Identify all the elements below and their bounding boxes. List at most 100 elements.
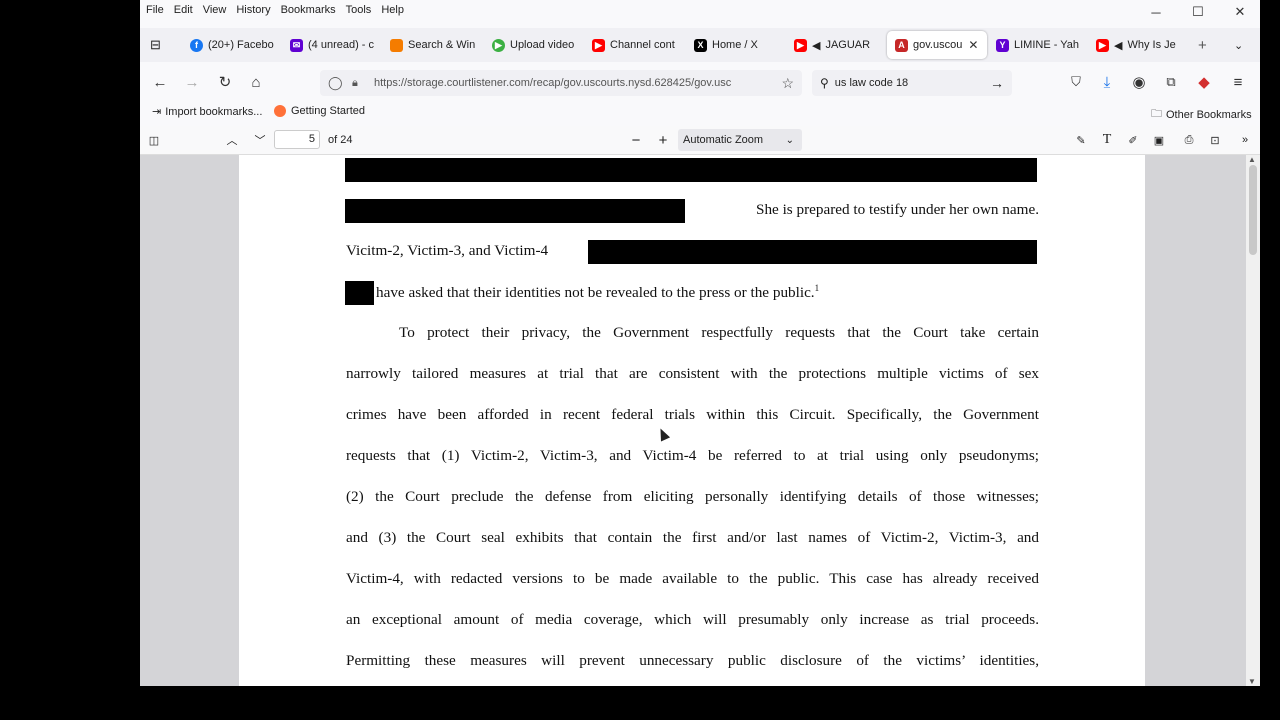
extension-button[interactable]: ◆ [1194, 72, 1214, 92]
chevron-down-icon: ⌄ [1234, 39, 1244, 52]
reload-button[interactable]: ↻ [215, 72, 235, 92]
sidebar-toggle-button[interactable]: ◫ [144, 131, 164, 149]
tab-label: gov.uscou [913, 39, 963, 51]
search-input[interactable]: us law code 18 [835, 77, 908, 89]
menu-tools[interactable]: Tools [346, 4, 372, 16]
tab-mail[interactable]: ✉ (4 unread) - c [290, 31, 375, 59]
tab-channel-content[interactable]: ▶ Channel cont [592, 31, 678, 59]
save-icon: ⊡ [1210, 134, 1220, 147]
arrow-left-icon: ← [152, 73, 168, 91]
import-bookmarks[interactable]: ⇥ Import bookmarks... [152, 105, 263, 119]
downloads-button[interactable]: ⤓ [1097, 72, 1117, 92]
menu-file[interactable]: File [146, 4, 164, 16]
chevron-down-icon: ⌄ [785, 134, 794, 146]
tab-label: Upload video [510, 39, 575, 51]
text-line: requests that (1) Victim-2, Victim-3, an… [346, 447, 1039, 464]
app-menu-button[interactable]: ≡ [1228, 72, 1248, 92]
pocket-icon: ⛉ [1071, 74, 1081, 89]
text-run: have asked that their identities not be … [376, 284, 815, 302]
search-icon: ⚲ [820, 76, 829, 90]
tab-upload-video[interactable]: ▶ Upload video [492, 31, 577, 59]
tab-label: Why Is Je [1127, 39, 1176, 51]
url-text[interactable]: https://storage.courtlistener.com/recap/… [374, 77, 774, 89]
text-line: (2) the Court preclude the defense from … [346, 488, 1039, 505]
pocket-button[interactable]: ⛉ [1066, 72, 1086, 92]
url-bar[interactable]: ◯ 🔒︎ https://storage.courtlistener.com/r… [320, 70, 802, 96]
vertical-scrollbar[interactable]: ▲ ▼ [1246, 155, 1260, 686]
menu-edit[interactable]: Edit [174, 4, 193, 16]
x-icon: X [694, 38, 707, 52]
text-line: an exceptional amount of media coverage,… [346, 611, 1039, 628]
reload-icon: ↻ [218, 74, 232, 91]
page-number-input[interactable]: 5 [274, 130, 320, 149]
menu-view[interactable]: View [203, 4, 227, 16]
tab-close-icon[interactable]: ✕ [968, 38, 978, 52]
import-icon: ⇥ [152, 106, 162, 118]
tab-why-is[interactable]: ▶ ◀ Why Is Je [1096, 31, 1184, 59]
bookmark-label: Other Bookmarks [1166, 108, 1252, 121]
bookmark-label: Getting Started [291, 105, 365, 117]
tools-menu-button[interactable]: » [1236, 131, 1254, 149]
zoom-select[interactable]: Automatic Zoom ⌄ [678, 129, 802, 151]
back-button[interactable]: ← [150, 72, 170, 92]
text-line: To protect their privacy, the Government… [399, 324, 1039, 341]
tab-label: LIMINE - Yah [1014, 39, 1080, 51]
speaker-icon[interactable]: ◀ [812, 39, 820, 52]
text-line: Vicitm-2, Victim-3, and Victim-4 [346, 242, 549, 259]
print-button[interactable]: ⎙ [1180, 131, 1198, 149]
pdf-viewer[interactable]: She is prepared to testify under her own… [140, 155, 1246, 686]
text-button[interactable]: T [1098, 131, 1116, 149]
draw-button[interactable]: ✐ [1124, 131, 1142, 149]
megaphone-icon: ◆ [1198, 74, 1210, 91]
text-line: narrowly tailored measures at trial that… [346, 365, 1039, 382]
lock-icon[interactable]: 🔒︎ [352, 77, 358, 90]
menu-history[interactable]: History [236, 4, 270, 16]
tab-jaguar[interactable]: ▶ ◀ JAGUAR [794, 31, 874, 59]
menu-bar: File Edit View History Bookmarks Tools H… [140, 0, 1260, 20]
previous-page-button[interactable]: ︿ [222, 131, 242, 149]
hamburger-icon: ≡ [1233, 73, 1243, 91]
footnote-marker[interactable]: 1 [815, 283, 820, 293]
pdf-toolbar: ◫ ︿ ﹀ 5 of 24 − + Automatic Zoom ⌄ ✎ T ✐… [140, 126, 1260, 155]
tab-search-win[interactable]: Search & Win [390, 31, 478, 59]
tab-label: Home / X [712, 39, 758, 51]
forward-button[interactable]: → [182, 72, 202, 92]
menu-bookmarks[interactable]: Bookmarks [281, 4, 336, 16]
download-icon: ⤓ [1103, 73, 1111, 91]
minimize-button[interactable]: ─ [1136, 0, 1176, 24]
tab-limine-yahoo[interactable]: Y LIMINE - Yah [996, 31, 1082, 59]
bookmark-label: Import bookmarks... [165, 105, 263, 118]
home-button[interactable]: ⌂ [246, 72, 266, 92]
tab-strip: ⊟ f (20+) Facebo ✉ (4 unread) - c Search &… [140, 28, 1260, 62]
getting-started-bookmark[interactable]: Getting Started [274, 105, 365, 117]
other-bookmarks[interactable]: 🗀︎ Other Bookmarks [1151, 105, 1252, 124]
text-line: Victim-4, with redacted versions to be m… [346, 570, 1039, 587]
save-button[interactable]: ⊡ [1206, 131, 1224, 149]
bookmark-star-icon[interactable]: ☆ [781, 75, 794, 92]
scroll-down-icon[interactable]: ▼ [1248, 677, 1256, 686]
highlight-button[interactable]: ✎ [1072, 131, 1090, 149]
tab-facebook[interactable]: f (20+) Facebo [190, 31, 275, 59]
zoom-out-button[interactable]: − [628, 131, 644, 149]
tab-label: (20+) Facebo [208, 39, 274, 51]
search-go-icon[interactable]: → [990, 75, 1004, 91]
scroll-up-icon[interactable]: ▲ [1248, 155, 1256, 164]
list-tabs-button[interactable]: ⌄ [1234, 31, 1250, 59]
tab-home-x[interactable]: X Home / X [694, 31, 780, 59]
text-icon: T [1102, 132, 1112, 147]
speaker-icon[interactable]: ◀ [1114, 39, 1122, 52]
close-window-button[interactable]: ✕ [1220, 0, 1260, 24]
tab-gov-uscourts[interactable]: Agov.uscou ✕ [887, 31, 987, 59]
zoom-in-button[interactable]: + [655, 131, 671, 149]
new-tab-button[interactable]: + [1198, 31, 1214, 59]
image-button[interactable]: ▣ [1150, 131, 1168, 149]
scrollbar-thumb[interactable] [1249, 165, 1257, 255]
maximize-button[interactable]: ☐ [1178, 0, 1218, 24]
search-bar[interactable]: ⚲ us law code 18 → [812, 70, 1012, 96]
next-page-button[interactable]: ﹀ [250, 131, 270, 149]
tab-overview-button[interactable]: ⊟ [150, 31, 168, 59]
account-button[interactable]: ◉ [1129, 72, 1149, 92]
shield-icon[interactable]: ◯ [328, 75, 343, 91]
menu-help[interactable]: Help [381, 4, 404, 16]
extensions-button[interactable]: ⧉ [1161, 72, 1181, 92]
